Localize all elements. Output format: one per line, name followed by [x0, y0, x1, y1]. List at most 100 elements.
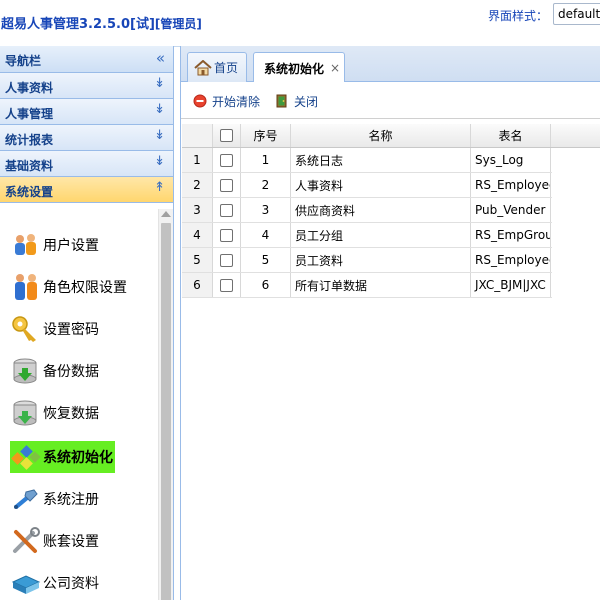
menu-item-restore-data[interactable]: 恢复数据 — [10, 397, 99, 429]
role-users-icon — [15, 274, 37, 300]
close-button[interactable]: 关闭 — [275, 92, 318, 110]
cell-no: 1 — [241, 148, 291, 172]
section-label: 系统设置 — [5, 185, 54, 199]
row-checkbox-cell — [213, 248, 241, 272]
sidebar-section-personnel-data[interactable]: 人事资料 ↡ — [0, 73, 173, 99]
table-row[interactable]: 5 5 员工资料 RS_Employee — [182, 248, 552, 273]
row-number: 6 — [182, 273, 213, 297]
cell-no: 6 — [241, 273, 291, 297]
table-row[interactable]: 3 3 供应商资料 Pub_Vender — [182, 198, 552, 223]
row-number: 4 — [182, 223, 213, 247]
select-all-cell — [213, 124, 241, 147]
tab-system-init[interactable]: 系统初始化 × — [253, 52, 345, 83]
row-number: 5 — [182, 248, 213, 272]
chevron-up-icon: ↟ — [154, 180, 165, 195]
cell-no: 3 — [241, 198, 291, 222]
section-label: 人事管理 — [5, 107, 54, 121]
database-backup-icon — [13, 358, 37, 384]
scrollbar-thumb[interactable] — [161, 223, 171, 600]
col-header-table[interactable]: 表名 — [471, 124, 551, 147]
row-checkbox-cell — [213, 223, 241, 247]
cell-name: 供应商资料 — [291, 198, 471, 222]
menu-item-label: 恢复数据 — [43, 406, 99, 422]
exit-door-icon — [276, 94, 287, 108]
tools-icon — [13, 527, 40, 553]
register-tool-icon — [14, 489, 38, 509]
cell-no: 2 — [241, 173, 291, 197]
menu-item-label: 系统初始化 — [43, 450, 113, 466]
nav-header: 导航栏 « — [0, 46, 173, 73]
menu-item-label: 系统注册 — [43, 492, 99, 508]
company-book-icon — [11, 575, 41, 594]
table-row[interactable]: 2 2 人事资料 RS_Employee — [182, 173, 552, 198]
sidebar-section-basic-data[interactable]: 基础资料 ↡ — [0, 151, 173, 177]
sidebar-scrollbar[interactable] — [158, 209, 173, 600]
toolbar: 开始清除 关闭 — [181, 82, 600, 119]
menu-item-system-register[interactable]: 系统注册 — [10, 483, 99, 515]
tab-strip: 首页 系统初始化 × — [181, 46, 600, 83]
theme-select[interactable]: default — [553, 3, 600, 25]
row-checkbox[interactable] — [220, 178, 233, 192]
row-number: 1 — [182, 148, 213, 172]
cell-name: 人事资料 — [291, 173, 471, 197]
row-checkbox-cell — [213, 148, 241, 172]
cell-table: Pub_Vender — [471, 198, 551, 222]
select-all-checkbox[interactable] — [220, 129, 233, 142]
user-role: [管理员] — [154, 17, 202, 31]
row-number: 3 — [182, 198, 213, 222]
cell-table: JXC_BJM|JXC — [471, 273, 551, 297]
menu-item-backup-data[interactable]: 备份数据 — [10, 355, 99, 387]
cell-name: 所有订单数据 — [291, 273, 471, 297]
table-row[interactable]: 6 6 所有订单数据 JXC_BJM|JXC — [182, 273, 552, 298]
collapse-left-icon[interactable]: « — [156, 49, 165, 67]
sidebar-section-reports[interactable]: 统计报表 ↡ — [0, 125, 173, 151]
row-checkbox-cell — [213, 173, 241, 197]
menu-item-set-password[interactable]: 设置密码 — [10, 313, 99, 345]
init-blocks-icon — [11, 445, 41, 470]
start-clear-button[interactable]: 开始清除 — [193, 92, 260, 110]
row-checkbox[interactable] — [220, 153, 233, 167]
row-checkbox-cell — [213, 273, 241, 297]
row-number: 2 — [182, 173, 213, 197]
table-row[interactable]: 1 1 系统日志 Sys_Log — [182, 148, 552, 173]
close-icon[interactable]: × — [330, 61, 340, 75]
row-checkbox[interactable] — [220, 278, 233, 292]
scroll-up-arrow-icon[interactable] — [161, 211, 171, 217]
chevron-down-icon: ↡ — [154, 128, 165, 143]
section-label: 统计报表 — [5, 133, 54, 147]
app-header: 超易人事管理3.2.5.0[试][管理员] 界面样式： default — [0, 0, 600, 47]
sidebar-section-personnel-mgmt[interactable]: 人事管理 ↡ — [0, 99, 173, 125]
theme-label: 界面样式： — [488, 9, 549, 23]
section-label: 人事资料 — [5, 81, 54, 95]
app-title-text: 超易人事管理3.2.5.0[试] — [1, 17, 155, 32]
row-checkbox[interactable] — [220, 228, 233, 242]
tab-home[interactable]: 首页 — [187, 52, 247, 82]
row-checkbox[interactable] — [220, 203, 233, 217]
col-header-name[interactable]: 名称 — [291, 124, 471, 147]
chevron-down-icon: ↡ — [154, 102, 165, 117]
menu-item-role-permissions[interactable]: 角色权限设置 — [10, 271, 127, 303]
row-number-header — [182, 124, 213, 147]
col-header-no[interactable]: 序号 — [241, 124, 291, 147]
row-checkbox[interactable] — [220, 253, 233, 267]
menu-item-user-settings[interactable]: 用户设置 — [10, 229, 99, 261]
cell-table: RS_Employee — [471, 173, 551, 197]
chevron-down-icon: ↡ — [154, 154, 165, 169]
menu-item-label: 用户设置 — [43, 238, 99, 254]
database-restore-icon — [13, 400, 37, 426]
menu-item-label: 备份数据 — [43, 364, 99, 380]
table-row[interactable]: 4 4 员工分组 RS_EmpGroup — [182, 223, 552, 248]
grid-header-row: 序号 名称 表名 — [182, 124, 600, 148]
menu-item-label: 设置密码 — [43, 322, 99, 338]
cell-no: 4 — [241, 223, 291, 247]
menu-item-label: 角色权限设置 — [43, 280, 127, 296]
menu-item-account-settings[interactable]: 账套设置 — [10, 525, 99, 557]
stop-circle-icon — [193, 94, 207, 108]
cell-no: 5 — [241, 248, 291, 272]
start-clear-label: 开始清除 — [212, 94, 261, 109]
menu-item-system-init[interactable]: 系统初始化 — [10, 441, 115, 473]
app-title: 超易人事管理3.2.5.0[试][管理员] — [1, 13, 202, 32]
sidebar-section-system-settings[interactable]: 系统设置 ↟ — [0, 177, 173, 203]
row-checkbox-cell — [213, 198, 241, 222]
menu-item-company-info[interactable]: 公司资料 — [10, 567, 99, 599]
